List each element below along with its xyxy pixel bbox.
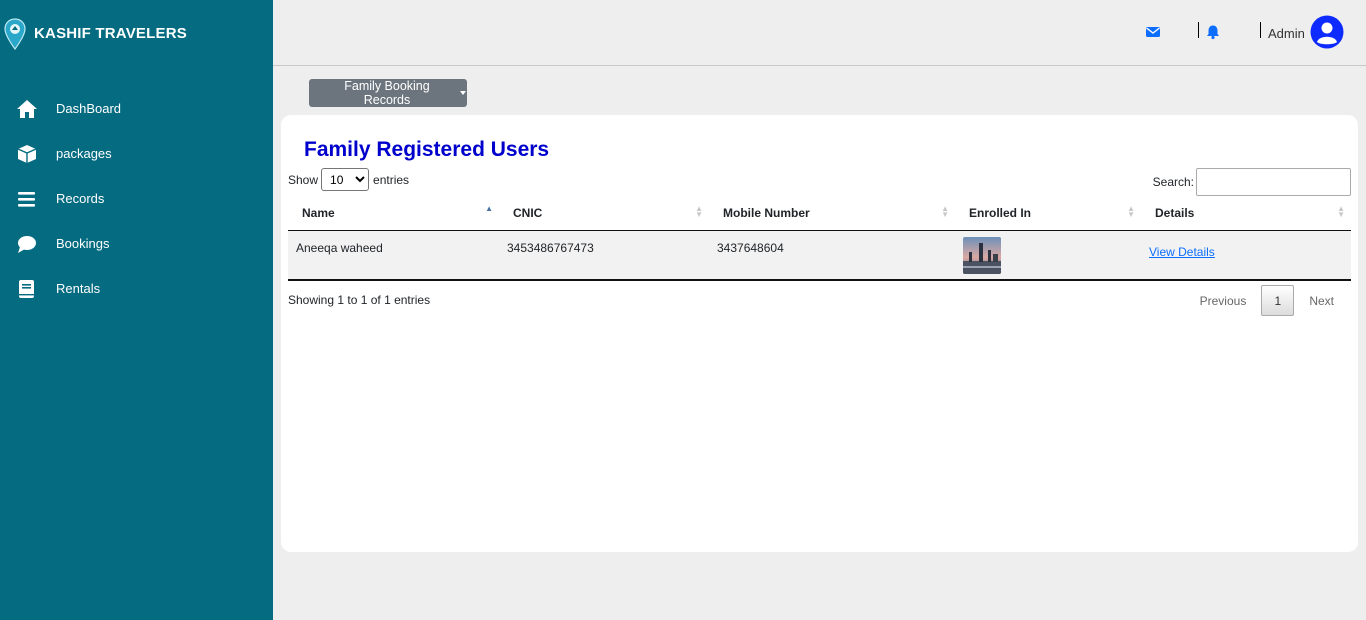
sidebar-nav: DashBoard packages Records Bookings Rent… [0, 86, 273, 311]
search-label: Search: [1152, 175, 1194, 189]
view-details-link[interactable]: View Details [1149, 245, 1215, 259]
sort-icon: ▲ ▼ [1127, 204, 1135, 219]
sidebar-item-rentals[interactable]: Rentals [0, 266, 273, 311]
sidebar: KASHIF TRAVELERS DashBoard packages Reco… [0, 0, 273, 620]
page-button-current[interactable]: 1 [1261, 285, 1295, 316]
divider [1260, 22, 1261, 38]
home-icon [17, 100, 37, 118]
sort-icon: ▲ ▼ [941, 204, 949, 219]
sort-icon: ▲ ▼ [695, 204, 703, 219]
list-icon [18, 192, 35, 207]
sidebar-item-label: Bookings [56, 236, 110, 251]
sidebar-item-bookings[interactable]: Bookings [0, 221, 273, 266]
envelope-icon[interactable] [1145, 24, 1161, 40]
cell-details: View Details [1141, 230, 1351, 281]
bell-icon[interactable] [1205, 24, 1221, 40]
column-header-enrolled[interactable]: Enrolled In ▲ ▼ [955, 197, 1141, 231]
search: Search: [1153, 168, 1351, 196]
table-info: Showing 1 to 1 of 1 entries [288, 293, 431, 307]
table-row[interactable]: Aneeqa waheed 3453486767473 3437648604 V… [288, 230, 1351, 281]
box-icon [17, 145, 37, 163]
sidebar-item-label: packages [56, 146, 112, 161]
sidebar-item-dashboard[interactable]: DashBoard [0, 86, 273, 131]
chat-bubble-icon [18, 236, 36, 253]
cell-cnic: 3453486767473 [499, 230, 709, 281]
user-name[interactable]: Admin [1268, 26, 1305, 41]
search-input[interactable] [1196, 168, 1351, 196]
brand-name: KASHIF TRAVELERS [34, 25, 187, 42]
sidebar-item-records[interactable]: Records [0, 176, 273, 221]
dropdown-label: Family Booking Records [344, 79, 430, 107]
cell-mobile: 3437648604 [709, 230, 955, 281]
page-length-select[interactable]: 10 [321, 168, 370, 191]
book-icon [19, 280, 34, 298]
enrolled-package-thumbnail[interactable] [963, 236, 1001, 274]
previous-button[interactable]: Previous [1186, 294, 1261, 308]
cell-enrolled [955, 230, 1141, 281]
sidebar-item-label: DashBoard [56, 101, 122, 116]
next-button[interactable]: Next [1295, 294, 1348, 308]
divider [1198, 22, 1199, 38]
family-booking-records-dropdown[interactable]: Family Booking Records [309, 79, 467, 107]
caret-down-icon [460, 91, 466, 95]
sort-icon: ▲ ▼ [1337, 204, 1345, 219]
records-table: Name ▲ CNIC ▲ ▼ Mobile Number ▲ ▼ Enrolled… [288, 197, 1351, 281]
sort-icon: ▲ [485, 204, 493, 213]
show-entries: Show 10 entries [288, 168, 409, 191]
column-header-details[interactable]: Details ▲ ▼ [1141, 197, 1351, 231]
show-label: Show [288, 172, 319, 187]
sidebar-item-packages[interactable]: packages [0, 131, 273, 176]
entries-label: entries [373, 172, 410, 187]
top-bar: Admin [273, 0, 1366, 66]
cell-name: Aneeqa waheed [288, 230, 499, 281]
pagination: Previous 1 Next [1186, 285, 1348, 316]
records-card: Family Registered Users Show 10 entries … [281, 115, 1358, 552]
column-header-name[interactable]: Name ▲ [288, 197, 499, 231]
user-circle-icon[interactable] [1310, 15, 1344, 49]
sidebar-item-label: Records [56, 191, 105, 206]
sidebar-item-label: Rentals [56, 281, 101, 296]
map-pin-icon [4, 18, 26, 50]
column-header-cnic[interactable]: CNIC ▲ ▼ [499, 197, 709, 231]
page-title: Family Registered Users [304, 138, 550, 161]
column-header-mobile[interactable]: Mobile Number ▲ ▼ [709, 197, 955, 231]
